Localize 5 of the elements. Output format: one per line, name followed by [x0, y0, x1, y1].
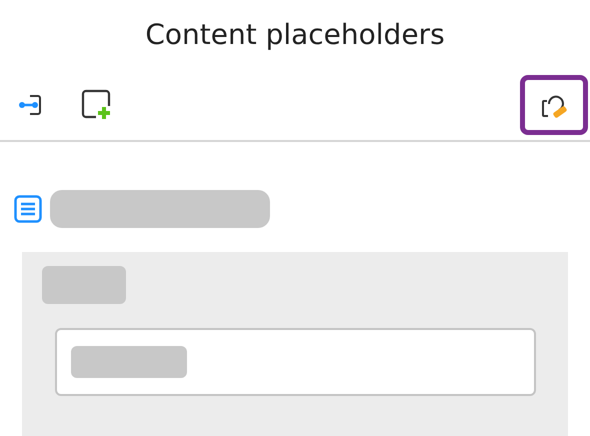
window-title: Content placeholders — [144, 17, 446, 53]
toolbar-button[interactable] — [520, 75, 588, 135]
text-icon — [14, 195, 42, 223]
add-frame-icon — [80, 89, 112, 121]
input-field[interactable] — [55, 328, 536, 396]
